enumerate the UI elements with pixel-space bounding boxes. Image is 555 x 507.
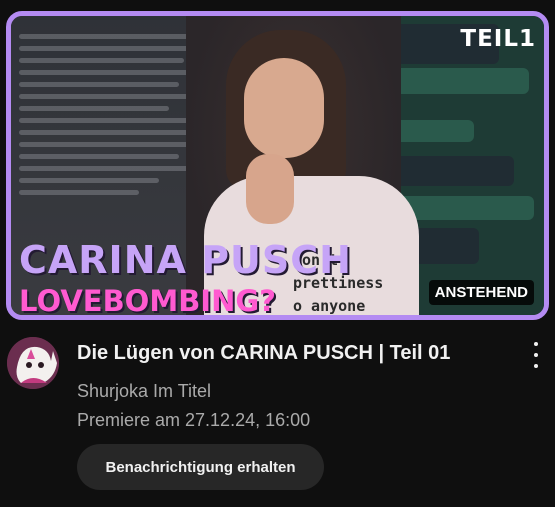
channel-avatar[interactable]: [7, 337, 59, 389]
premiere-info: Premiere am 27.12.24, 16:00: [77, 410, 311, 430]
thumbnail-subtitle: LOVEBOMBING?: [19, 284, 276, 318]
channel-name[interactable]: Shurjoka Im Titel: [77, 381, 211, 402]
shirt-line-3: o anyone: [293, 297, 366, 315]
notify-button[interactable]: Benachrichtigung erhalten: [77, 444, 324, 490]
part-badge: TEIL1: [460, 26, 536, 52]
video-title[interactable]: Die Lügen von CARINA PUSCH | Teil 01: [77, 342, 450, 365]
upcoming-badge: ANSTEHEND: [428, 280, 534, 305]
thumbnail-title: CARINA PUSCH: [19, 238, 352, 282]
video-thumbnail[interactable]: don't prettiness o anyone TEIL1 CARINA P…: [6, 11, 549, 320]
more-vertical-icon[interactable]: [526, 342, 546, 368]
